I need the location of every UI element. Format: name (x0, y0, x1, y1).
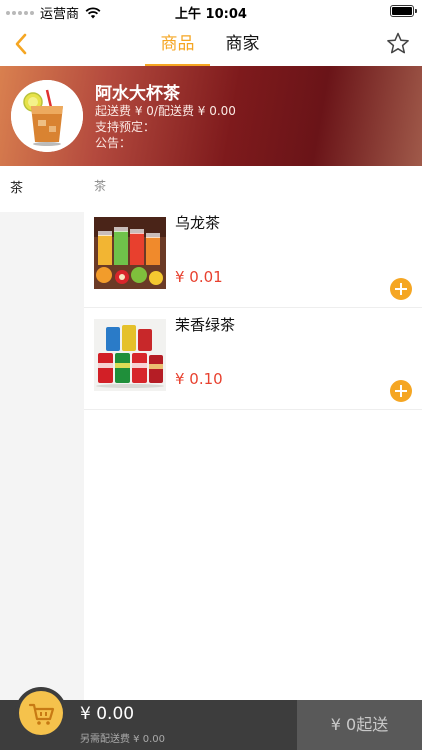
store-header: 阿水大杯茶 起送费 ¥ 0/配送费 ¥ 0.00 支持预定： 公告： (0, 66, 422, 166)
store-reservation-info: 支持预定： (95, 120, 156, 134)
store-fee-info: 起送费 ¥ 0/配送费 ¥ 0.00 (95, 104, 236, 118)
status-bar: 运营商 上午 10:04 (0, 0, 422, 22)
store-notice: 公告： (95, 136, 132, 150)
product-row[interactable]: 乌龙茶 ¥ 0.01 (84, 206, 422, 308)
product-price: ¥ 0.10 (175, 370, 223, 388)
product-list: 茶 乌龙茶 ¥ 0.01 茉香绿茶 ¥ 0.10 (84, 166, 422, 700)
category-sidebar: 茶 (0, 166, 84, 700)
tab-bar: 商品 商家 (145, 22, 275, 66)
store-logo (11, 80, 83, 152)
tab-merchant[interactable]: 商家 (210, 22, 275, 66)
shopping-cart-icon (19, 691, 63, 735)
product-price: ¥ 0.01 (175, 268, 223, 286)
favorite-star-icon[interactable] (384, 30, 412, 58)
battery-icon (390, 5, 417, 17)
category-item-tea[interactable]: 茶 (0, 166, 84, 212)
section-title: 茶 (94, 179, 107, 193)
product-image-soda (94, 319, 166, 391)
product-row[interactable]: 茉香绿茶 ¥ 0.10 (84, 308, 422, 410)
add-to-cart-button[interactable] (390, 278, 412, 300)
back-arrow-icon[interactable] (8, 30, 36, 58)
min-order-button[interactable]: ¥ 0起送 (297, 700, 422, 750)
cart-delivery-note: 另需配送费 ¥ 0.00 (80, 734, 165, 745)
tab-products[interactable]: 商品 (145, 22, 210, 66)
add-to-cart-button[interactable] (390, 380, 412, 402)
store-name: 阿水大杯茶 (95, 84, 180, 104)
cart-button[interactable] (15, 687, 67, 739)
product-name: 乌龙茶 (175, 214, 221, 232)
cart-total: ¥ 0.00 (80, 704, 135, 724)
product-image-juice (94, 217, 166, 289)
nav-bar: 商品 商家 (0, 22, 422, 66)
cart-bar: ¥ 0.00 另需配送费 ¥ 0.00 ¥ 0起送 (0, 687, 422, 750)
status-time: 上午 10:04 (175, 7, 247, 22)
product-name: 茉香绿茶 (175, 316, 236, 334)
